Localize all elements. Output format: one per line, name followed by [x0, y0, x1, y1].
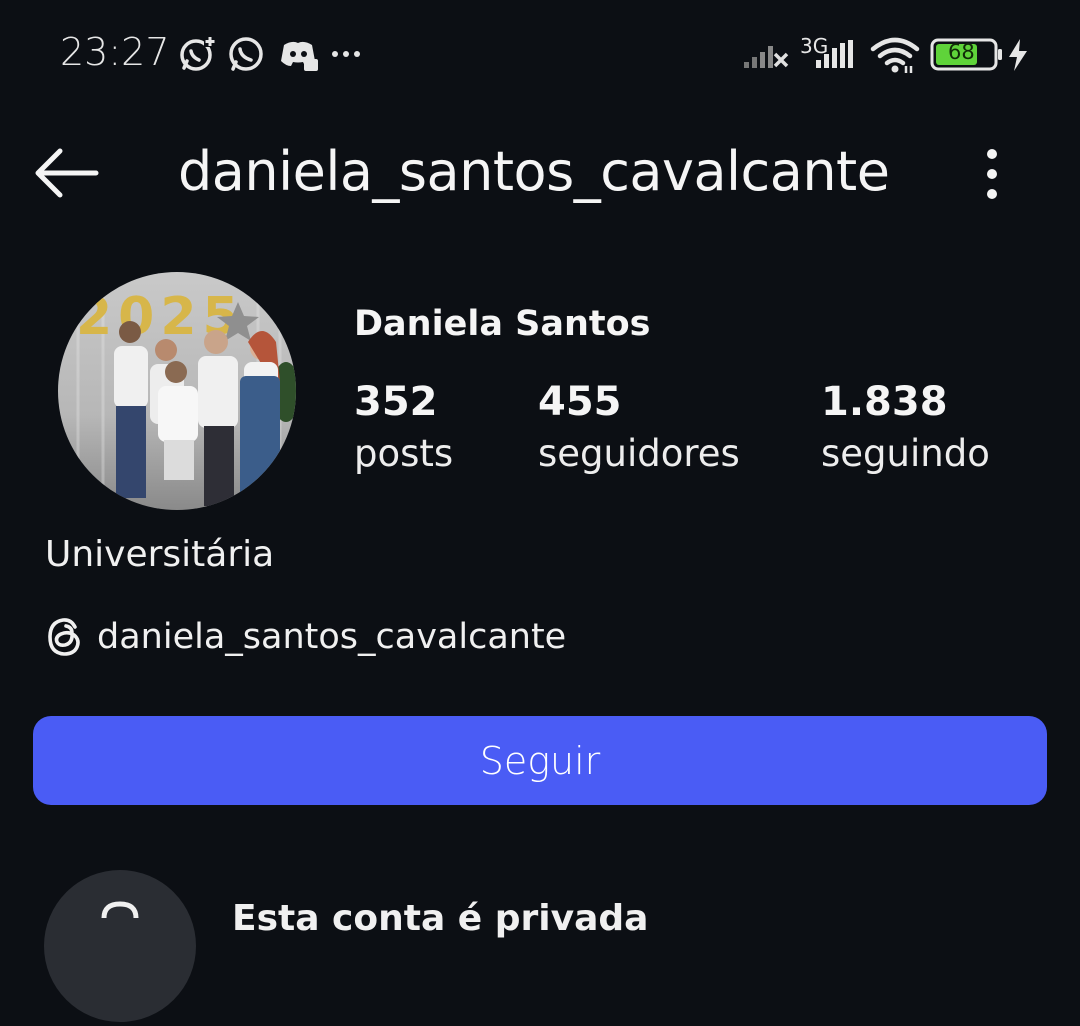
threads-icon: [48, 618, 80, 656]
private-account-notice: Esta conta é privada: [232, 898, 649, 939]
avatar-photo: 2025: [58, 272, 296, 510]
threads-link[interactable]: daniela_santos_cavalcante: [45, 612, 566, 662]
signal-no-service-icon: [744, 46, 789, 68]
threads-handle: daniela_santos_cavalcante: [97, 617, 567, 657]
more-options-icon[interactable]: [970, 144, 1014, 204]
back-arrow-icon[interactable]: [30, 145, 102, 201]
stat-label: seguidores: [538, 432, 740, 475]
status-bar: 23:27 3G 68: [0, 0, 1080, 110]
follow-button[interactable]: Seguir: [33, 716, 1047, 805]
charging-bolt-icon: [1009, 39, 1027, 71]
stat-value: 352: [354, 379, 438, 425]
stat-label: posts: [354, 432, 454, 475]
stat-label: seguindo: [821, 432, 990, 475]
whatsapp-plus-icon: [180, 35, 216, 71]
wifi-icon: [870, 37, 920, 73]
stat-value: 455: [538, 379, 622, 425]
battery-level: 68: [948, 40, 975, 64]
page-title: daniela_santos_cavalcante: [178, 140, 890, 203]
display-name: Daniela Santos: [354, 304, 651, 344]
profile-header: daniela_santos_cavalcante: [0, 120, 1080, 230]
lock-icon: [44, 870, 196, 1022]
stat-posts[interactable]: 352 posts: [354, 374, 453, 478]
more-dots-icon: [332, 51, 360, 57]
profile-bio: Universitária: [45, 534, 275, 575]
stat-followers[interactable]: 455 seguidores: [538, 374, 740, 478]
stat-value: 1.838: [821, 379, 948, 425]
avatar[interactable]: 2025: [58, 272, 296, 510]
status-clock: 23:27: [60, 30, 170, 74]
stat-following[interactable]: 1.838 seguindo: [821, 374, 990, 478]
discord-icon: [281, 41, 318, 71]
signal-strength-icon: [816, 40, 853, 68]
whatsapp-icon: [229, 37, 263, 71]
